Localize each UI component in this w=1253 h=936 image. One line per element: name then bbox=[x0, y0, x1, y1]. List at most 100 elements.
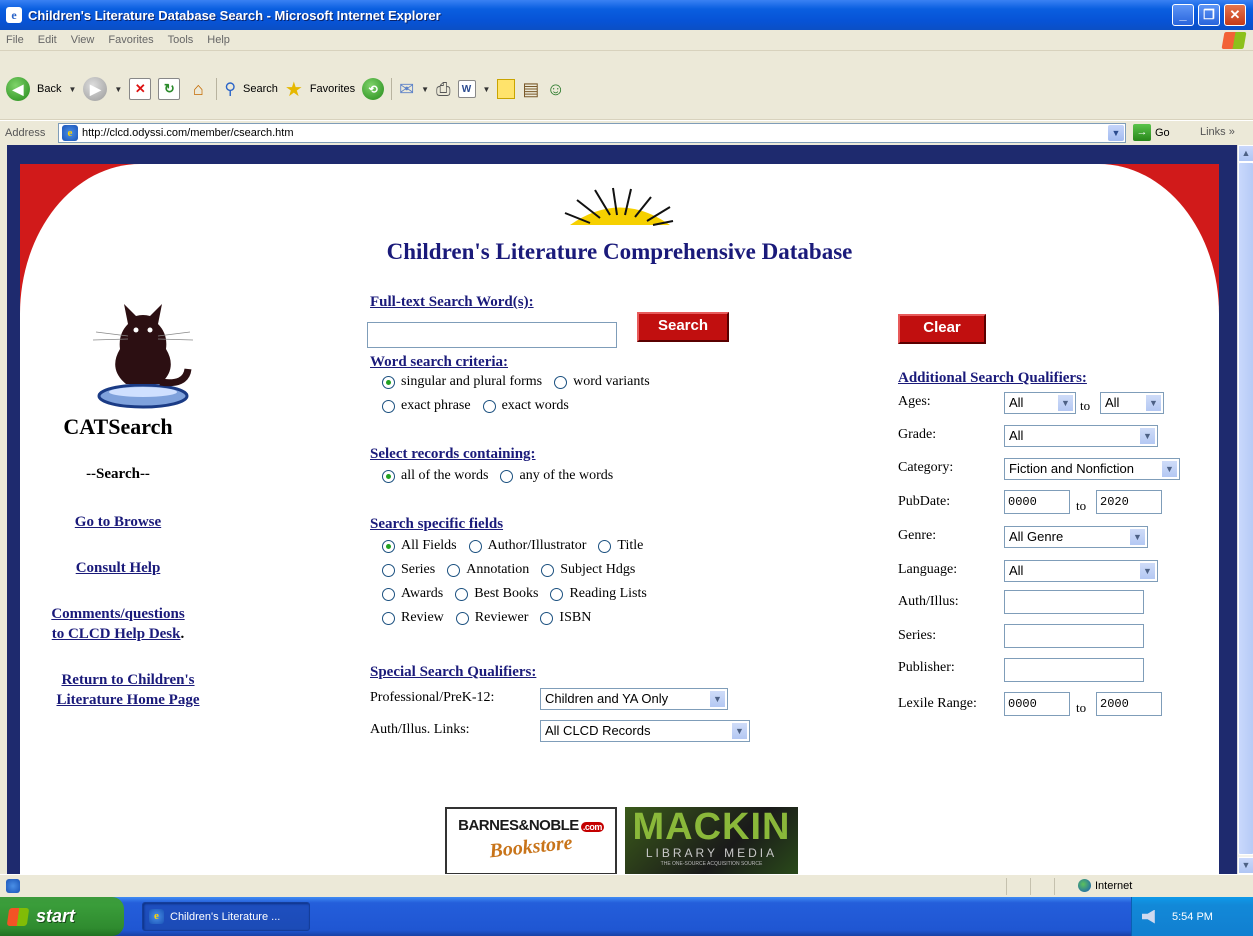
field-radio-all[interactable] bbox=[382, 539, 395, 553]
pubdate-label: PubDate: bbox=[898, 494, 951, 509]
pubdate-from-input[interactable] bbox=[1004, 490, 1070, 514]
field-radio-annotation[interactable] bbox=[447, 563, 461, 577]
vertical-scrollbar[interactable]: ▲ ▼ bbox=[1237, 145, 1253, 874]
taskbar-item-ie[interactable]: e Children's Literature ... bbox=[142, 902, 310, 931]
field-radio-awards[interactable] bbox=[382, 587, 395, 601]
lexile-from-input[interactable] bbox=[1004, 692, 1070, 716]
scroll-thumb[interactable] bbox=[1238, 162, 1253, 855]
genre-select[interactable]: All Genre ▼ bbox=[1004, 526, 1148, 548]
records-radio-any[interactable] bbox=[500, 469, 514, 483]
address-input[interactable]: e http://clcd.odyssi.com/member/csearch.… bbox=[58, 123, 1126, 143]
start-button[interactable]: start bbox=[0, 897, 124, 936]
minimize-button[interactable]: _ bbox=[1172, 4, 1194, 26]
go-button[interactable]: → Go bbox=[1133, 124, 1170, 141]
stop-icon[interactable]: ✕ bbox=[129, 78, 152, 100]
criteria-heading: Word search criteria: bbox=[370, 354, 509, 370]
field-radio-series[interactable] bbox=[382, 563, 395, 577]
field-radio-reviewer[interactable] bbox=[455, 611, 469, 625]
lexile-to-input[interactable] bbox=[1096, 692, 1162, 716]
pubdate-to-input[interactable] bbox=[1096, 490, 1162, 514]
close-button[interactable]: ✕ bbox=[1224, 4, 1246, 26]
criteria-radio-exact-phrase[interactable] bbox=[382, 399, 395, 413]
publisher-input[interactable] bbox=[1004, 658, 1144, 682]
grade-select[interactable]: All ▼ bbox=[1004, 425, 1158, 447]
help-link[interactable]: Consult Help bbox=[38, 560, 198, 577]
ages-to-select[interactable]: All ▼ bbox=[1100, 392, 1164, 414]
authillus-input[interactable] bbox=[1004, 590, 1144, 614]
criteria-radio-variants[interactable] bbox=[554, 375, 568, 389]
comments-link-line2[interactable]: to CLCD Help Desk bbox=[52, 626, 181, 642]
edit-dropdown-icon[interactable]: ▼ bbox=[483, 85, 491, 94]
browse-link[interactable]: Go to Browse bbox=[38, 514, 198, 531]
links-button[interactable]: Links » bbox=[1200, 126, 1235, 138]
print-icon[interactable]: ⎙ bbox=[436, 79, 450, 100]
criteria-radio-exact-words[interactable] bbox=[482, 399, 496, 413]
field-radio-best-books[interactable] bbox=[455, 587, 469, 601]
fields-row-4: Review Reviewer ISBN bbox=[370, 610, 591, 626]
menu-help[interactable]: Help bbox=[207, 34, 230, 46]
search-button[interactable]: Search bbox=[637, 312, 729, 342]
mail-icon[interactable]: ✉ bbox=[399, 79, 414, 100]
chevron-down-icon: ▼ bbox=[1139, 562, 1156, 580]
chevron-down-icon: ▼ bbox=[731, 722, 748, 740]
field-radio-reading-lists[interactable] bbox=[550, 587, 564, 601]
research-icon[interactable]: ▤ bbox=[522, 79, 539, 100]
language-select[interactable]: All ▼ bbox=[1004, 560, 1158, 582]
chevron-down-icon: ▼ bbox=[1145, 394, 1162, 412]
records-radio-all[interactable] bbox=[382, 469, 395, 483]
status-bar: Internet bbox=[0, 874, 1253, 897]
ages-from-select[interactable]: All ▼ bbox=[1004, 392, 1076, 414]
return-link-line2[interactable]: Literature Home Page bbox=[38, 692, 218, 709]
messenger-icon[interactable]: ☺ bbox=[546, 79, 564, 100]
back-button[interactable]: Back bbox=[37, 83, 61, 95]
favorites-button[interactable]: Favorites bbox=[310, 83, 355, 95]
menu-file[interactable]: File bbox=[6, 34, 24, 46]
category-select[interactable]: Fiction and Nonfiction ▼ bbox=[1004, 458, 1180, 480]
field-radio-subject[interactable] bbox=[541, 563, 555, 577]
search-icon[interactable]: ⚲ bbox=[224, 79, 236, 99]
language-label: Language: bbox=[898, 562, 958, 577]
back-arrow-icon[interactable]: ◀ bbox=[6, 77, 30, 101]
fulltext-search-input[interactable] bbox=[367, 322, 617, 348]
links-qualifier-select[interactable]: All CLCD Records ▼ bbox=[540, 720, 750, 742]
criteria-label-singular-plural: singular and plural forms bbox=[401, 374, 543, 389]
field-radio-isbn[interactable] bbox=[540, 611, 554, 625]
mackin-ad[interactable]: MACKIN LIBRARY MEDIA THE ONE-SOURCE ACQU… bbox=[625, 807, 798, 874]
volume-icon[interactable] bbox=[1142, 909, 1155, 924]
ages-to-value: All bbox=[1105, 395, 1120, 410]
series-input[interactable] bbox=[1004, 624, 1144, 648]
mail-dropdown-icon[interactable]: ▼ bbox=[421, 85, 429, 94]
maximize-button[interactable]: ❐ bbox=[1198, 4, 1220, 26]
scroll-up-icon[interactable]: ▲ bbox=[1238, 145, 1253, 162]
forward-arrow-icon[interactable]: ▶ bbox=[83, 77, 108, 101]
clear-button[interactable]: Clear bbox=[898, 314, 986, 344]
forward-dropdown-icon[interactable]: ▼ bbox=[114, 85, 122, 94]
field-radio-review[interactable] bbox=[382, 611, 395, 625]
back-dropdown-icon[interactable]: ▼ bbox=[68, 85, 76, 94]
field-radio-author[interactable] bbox=[468, 539, 482, 553]
search-button[interactable]: Search bbox=[243, 83, 278, 95]
toolbar: ◀ Back ▼ ▶ ▼ ✕ ↻ ⌂ ⚲ Search ★ Favorites … bbox=[0, 52, 1253, 120]
refresh-icon[interactable]: ↻ bbox=[158, 78, 181, 100]
barnes-noble-ad[interactable]: BARNES&NOBLE .com Bookstore bbox=[445, 807, 617, 874]
menu-favorites[interactable]: Favorites bbox=[108, 34, 153, 46]
menu-view[interactable]: View bbox=[71, 34, 95, 46]
comments-link-line1[interactable]: Comments/questions bbox=[38, 606, 198, 623]
professional-select[interactable]: Children and YA Only ▼ bbox=[540, 688, 728, 710]
return-link-line1[interactable]: Return to Children's bbox=[38, 672, 218, 689]
favorites-star-icon[interactable]: ★ bbox=[285, 77, 303, 102]
page-title: Children's Literature Comprehensive Data… bbox=[386, 239, 853, 264]
edit-word-icon[interactable]: W bbox=[457, 80, 476, 98]
home-icon[interactable]: ⌂ bbox=[187, 78, 209, 100]
go-arrow-icon: → bbox=[1133, 124, 1151, 141]
field-radio-title[interactable] bbox=[598, 539, 612, 553]
menu-edit[interactable]: Edit bbox=[38, 34, 57, 46]
links-label: Links bbox=[1200, 126, 1226, 138]
address-dropdown-icon[interactable]: ▼ bbox=[1108, 125, 1124, 141]
scroll-down-icon[interactable]: ▼ bbox=[1238, 857, 1253, 874]
menu-tools[interactable]: Tools bbox=[168, 34, 194, 46]
history-icon[interactable]: ⟲ bbox=[362, 78, 385, 100]
criteria-radio-singular-plural[interactable] bbox=[382, 375, 395, 389]
discuss-icon[interactable] bbox=[497, 79, 516, 99]
address-url[interactable]: http://clcd.odyssi.com/member/csearch.ht… bbox=[82, 127, 294, 139]
